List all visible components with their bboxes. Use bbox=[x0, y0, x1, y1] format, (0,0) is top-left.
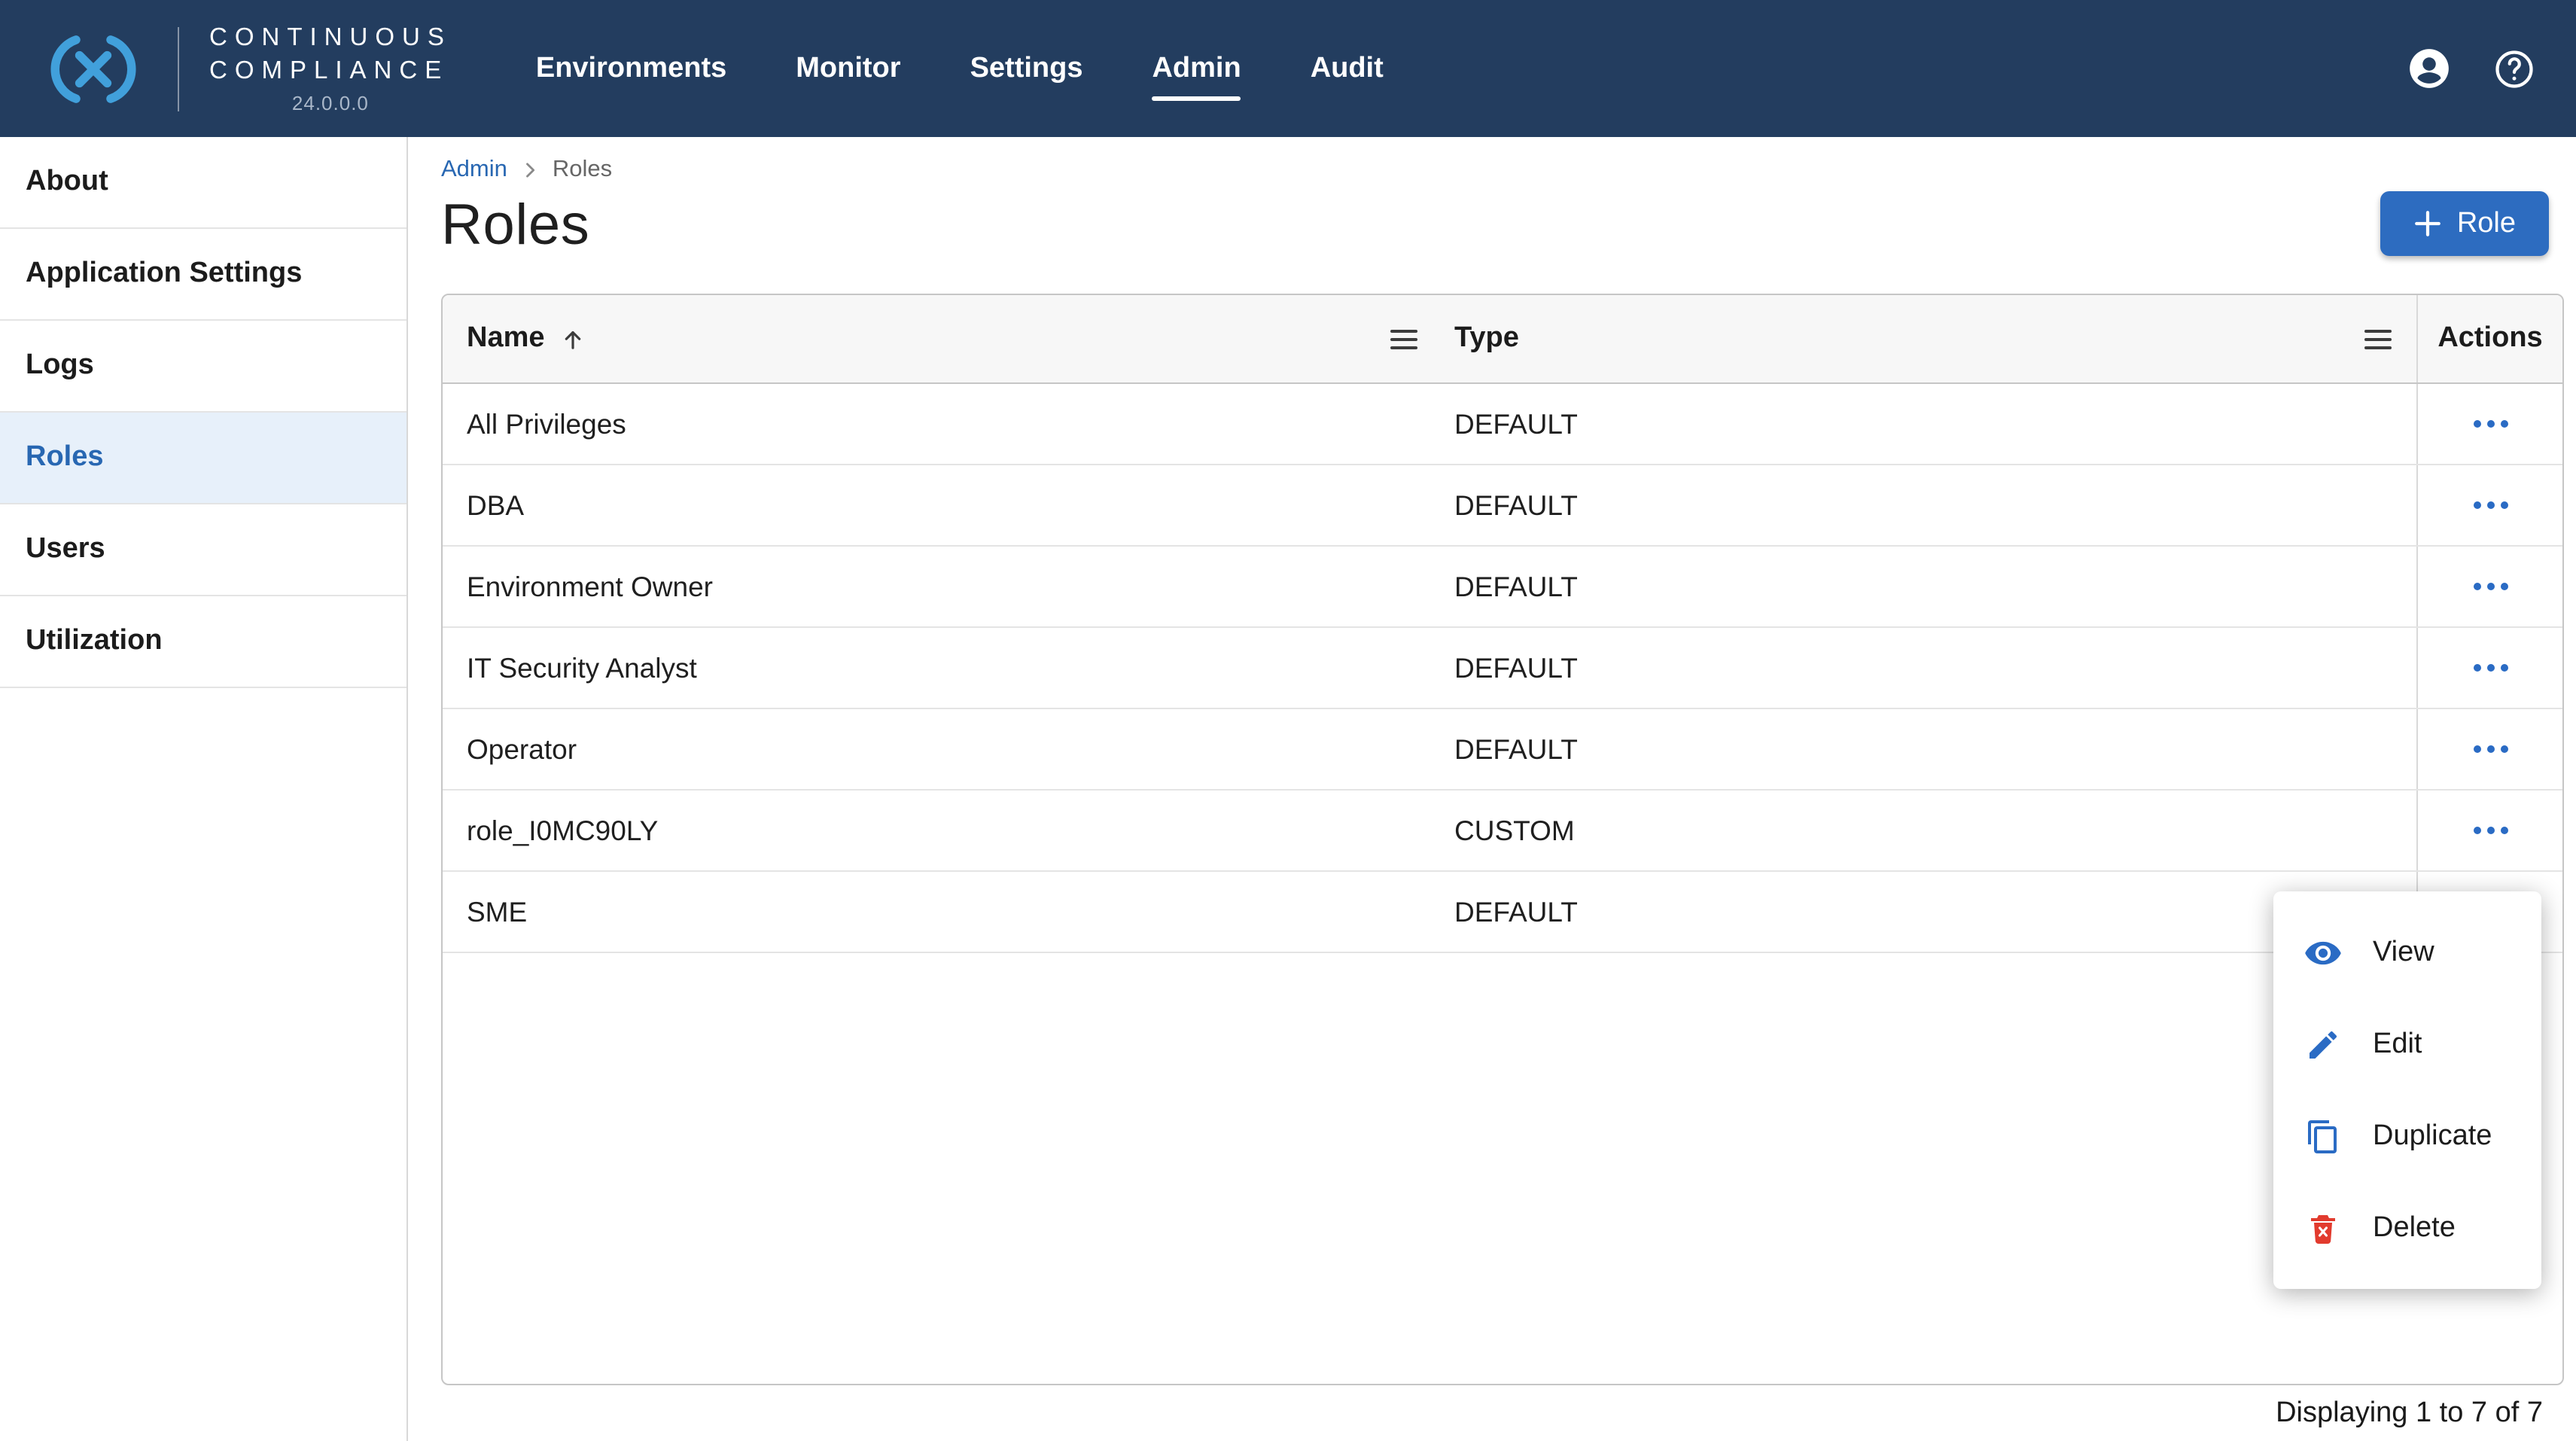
column-header-name[interactable]: Name bbox=[443, 295, 1454, 382]
role-name-cell: Operator bbox=[443, 709, 1454, 789]
admin-sidebar: About Application Settings Logs Roles Us… bbox=[0, 137, 408, 1441]
sidebar-item-utilization[interactable]: Utilization bbox=[0, 596, 406, 688]
add-role-button[interactable]: Role bbox=[2380, 191, 2549, 256]
role-type-cell: DEFAULT bbox=[1454, 709, 2416, 789]
help-icon[interactable] bbox=[2492, 46, 2537, 91]
role-type-cell: DEFAULT bbox=[1454, 872, 2416, 952]
row-actions-button[interactable] bbox=[2464, 574, 2517, 599]
add-role-button-label: Role bbox=[2457, 207, 2516, 240]
role-name-cell: IT Security Analyst bbox=[443, 628, 1454, 708]
table-header-row: Name Type bbox=[443, 295, 2562, 384]
column-header-type-label: Type bbox=[1454, 322, 1519, 355]
brand-line2: COMPLIANCE bbox=[209, 55, 452, 87]
sidebar-item-logs[interactable]: Logs bbox=[0, 321, 406, 413]
table-row: Operator DEFAULT bbox=[443, 709, 2562, 791]
navbar-actions bbox=[2406, 45, 2537, 92]
role-type-cell: DEFAULT bbox=[1454, 628, 2416, 708]
role-name-cell: role_I0MC90LY bbox=[443, 791, 1454, 870]
breadcrumb-admin-link[interactable]: Admin bbox=[441, 157, 507, 184]
account-icon[interactable] bbox=[2406, 45, 2453, 92]
role-actions-cell bbox=[2416, 465, 2562, 545]
row-actions-menu: View Edit Duplicate bbox=[2273, 891, 2541, 1289]
table-row: DBA DEFAULT bbox=[443, 465, 2562, 547]
row-actions-button[interactable] bbox=[2464, 818, 2517, 843]
brand-text-block: CONTINUOUS COMPLIANCE 24.0.0.0 bbox=[209, 23, 452, 114]
table-row: All Privileges DEFAULT bbox=[443, 384, 2562, 465]
roles-table: Name Type bbox=[441, 294, 2564, 1385]
table-row: IT Security Analyst DEFAULT bbox=[443, 628, 2562, 709]
chevron-right-icon bbox=[519, 160, 540, 181]
column-menu-icon[interactable] bbox=[2364, 328, 2392, 350]
breadcrumb: Admin Roles bbox=[441, 155, 2564, 185]
delphix-logo-icon bbox=[39, 34, 148, 103]
brand-divider bbox=[178, 26, 179, 111]
duplicate-icon bbox=[2303, 1118, 2343, 1154]
brand-line1: CONTINUOUS bbox=[209, 23, 452, 55]
row-actions-button[interactable] bbox=[2464, 655, 2517, 681]
menu-item-delete[interactable]: Delete bbox=[2273, 1182, 2541, 1274]
app-version: 24.0.0.0 bbox=[209, 92, 452, 114]
role-type-cell: CUSTOM bbox=[1454, 791, 2416, 870]
menu-item-duplicate[interactable]: Duplicate bbox=[2273, 1090, 2541, 1182]
table-row: role_I0MC90LY CUSTOM bbox=[443, 791, 2562, 872]
nav-audit[interactable]: Audit bbox=[1311, 34, 1384, 103]
main-content: Admin Roles Roles Role Name bbox=[408, 137, 2576, 1441]
menu-item-delete-label: Delete bbox=[2373, 1211, 2456, 1244]
role-actions-cell bbox=[2416, 791, 2562, 870]
nav-monitor[interactable]: Monitor bbox=[796, 34, 900, 103]
menu-item-duplicate-label: Duplicate bbox=[2373, 1120, 2492, 1153]
menu-item-edit[interactable]: Edit bbox=[2273, 998, 2541, 1090]
plus-icon bbox=[2413, 209, 2442, 238]
primary-nav: Environments Monitor Settings Admin Audi… bbox=[536, 34, 1384, 103]
role-name-cell: DBA bbox=[443, 465, 1454, 545]
role-actions-cell bbox=[2416, 547, 2562, 626]
column-header-actions-label: Actions bbox=[2437, 322, 2542, 355]
role-type-cell: DEFAULT bbox=[1454, 465, 2416, 545]
pagination-status: Displaying 1 to 7 of 7 bbox=[441, 1397, 2564, 1430]
column-header-actions: Actions bbox=[2416, 295, 2562, 382]
role-actions-cell bbox=[2416, 628, 2562, 708]
trash-icon bbox=[2303, 1210, 2343, 1246]
nav-settings[interactable]: Settings bbox=[970, 34, 1083, 103]
role-type-cell: DEFAULT bbox=[1454, 384, 2416, 464]
column-header-type[interactable]: Type bbox=[1454, 295, 2416, 382]
role-actions-cell bbox=[2416, 709, 2562, 789]
sidebar-item-about[interactable]: About bbox=[0, 137, 406, 229]
pencil-icon bbox=[2303, 1026, 2343, 1062]
role-actions-cell bbox=[2416, 384, 2562, 464]
table-row: SME DEFAULT bbox=[443, 872, 2562, 953]
top-navbar: CONTINUOUS COMPLIANCE 24.0.0.0 Environme… bbox=[0, 0, 2576, 137]
column-header-name-label: Name bbox=[467, 322, 545, 355]
app-window: CONTINUOUS COMPLIANCE 24.0.0.0 Environme… bbox=[0, 0, 2576, 1441]
menu-item-edit-label: Edit bbox=[2373, 1028, 2422, 1061]
menu-item-view[interactable]: View bbox=[2273, 906, 2541, 998]
sidebar-item-users[interactable]: Users bbox=[0, 504, 406, 596]
sidebar-item-application-settings[interactable]: Application Settings bbox=[0, 229, 406, 321]
page-title: Roles bbox=[441, 191, 2564, 260]
brand-logo-block[interactable]: CONTINUOUS COMPLIANCE 24.0.0.0 bbox=[39, 23, 452, 114]
row-actions-button[interactable] bbox=[2464, 492, 2517, 518]
menu-item-view-label: View bbox=[2373, 936, 2434, 969]
eye-icon bbox=[2303, 933, 2343, 972]
breadcrumb-current: Roles bbox=[553, 157, 612, 184]
role-name-cell: SME bbox=[443, 872, 1454, 952]
row-actions-button[interactable] bbox=[2464, 411, 2517, 437]
column-menu-icon[interactable] bbox=[1390, 328, 1418, 350]
role-name-cell: Environment Owner bbox=[443, 547, 1454, 626]
table-row: Environment Owner DEFAULT bbox=[443, 547, 2562, 628]
nav-environments[interactable]: Environments bbox=[536, 34, 726, 103]
role-name-cell: All Privileges bbox=[443, 384, 1454, 464]
sidebar-item-roles[interactable]: Roles bbox=[0, 413, 406, 504]
nav-admin[interactable]: Admin bbox=[1152, 34, 1241, 103]
role-type-cell: DEFAULT bbox=[1454, 547, 2416, 626]
row-actions-button[interactable] bbox=[2464, 736, 2517, 762]
sort-ascending-icon bbox=[559, 324, 587, 353]
